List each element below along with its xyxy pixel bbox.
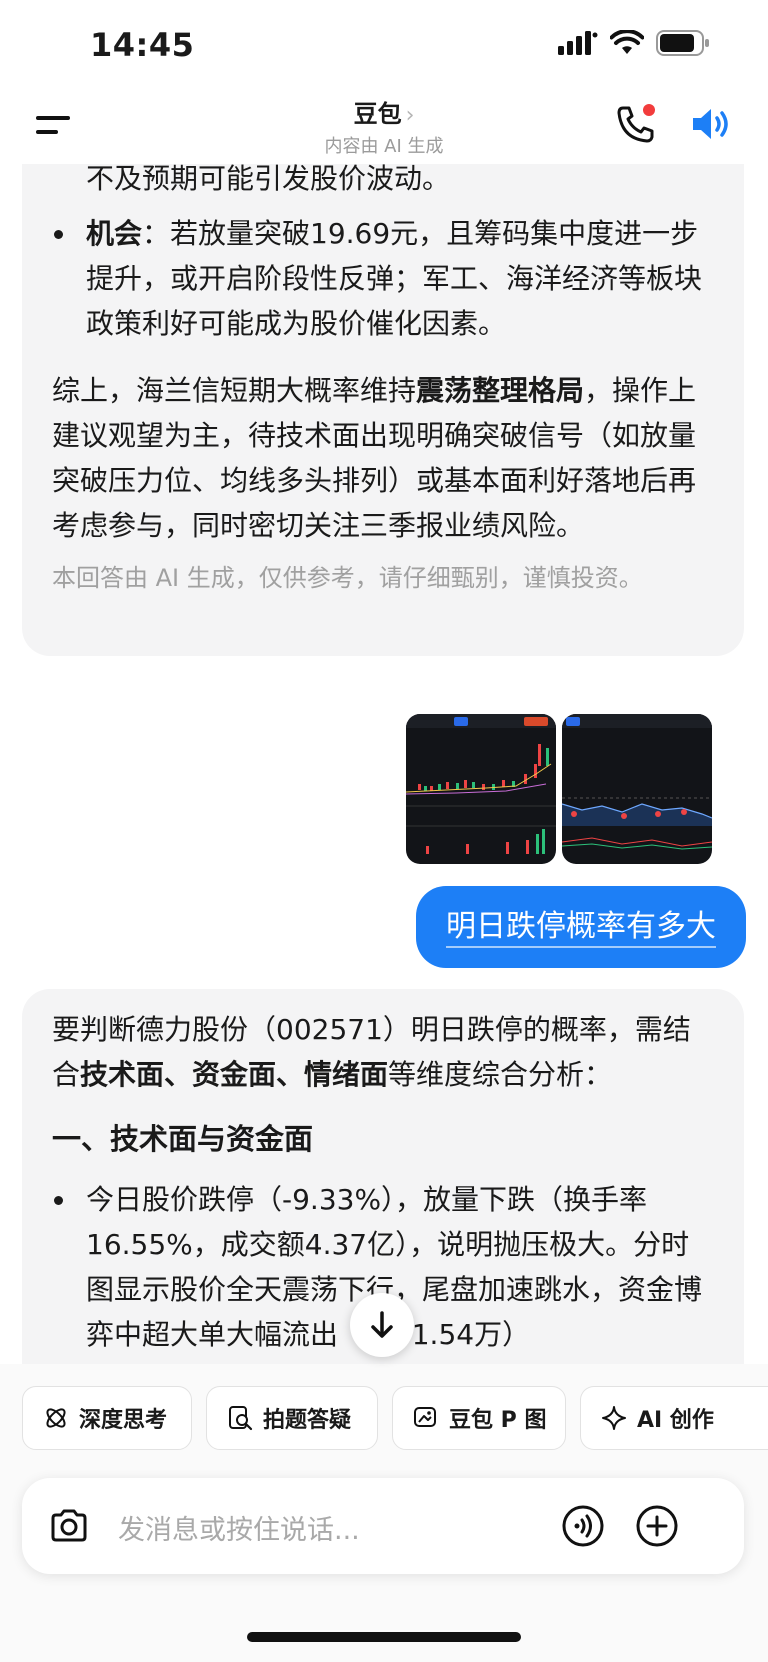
chevron-right-icon: › [405, 103, 415, 128]
home-indicator [247, 1632, 521, 1642]
opportunity-label: 机会 [86, 217, 143, 250]
summary-bold: 震荡整理格局 [416, 374, 585, 407]
chip-label: 深度思考 [79, 1408, 168, 1433]
chat-title-text: 豆包 [353, 100, 402, 128]
intraday-chart-thumbnail[interactable] [562, 714, 712, 864]
kline-chart-image [406, 714, 556, 854]
scan-doc-icon [229, 1406, 253, 1431]
cellular-signal-icon [558, 31, 598, 55]
deep-think-chip[interactable]: 深度思考 [22, 1386, 192, 1450]
user-message-text: 明日跌停概率有多大 [446, 909, 716, 948]
intro-text-b: 等维度综合分析： [388, 1058, 613, 1091]
status-bar: 14:45 [0, 0, 768, 90]
section-heading: 一、技术面与资金面 [52, 1122, 314, 1156]
list-item: 不及预期可能引发股价波动。 [52, 164, 714, 201]
battery-icon [656, 30, 709, 56]
sparkle-icon [602, 1406, 626, 1430]
assistant-message: 不及预期可能引发股价波动。 机会：若放量突破19.69元，且筹码集中度进一步提升… [22, 164, 744, 656]
status-icons [558, 30, 710, 56]
photo-question-chip[interactable]: 拍题答疑 [206, 1386, 378, 1450]
message-input[interactable]: 发消息或按住说话... [118, 1508, 360, 1547]
arrow-down-icon [371, 1311, 393, 1338]
list-text: 不及预期可能引发股价波动。 [86, 164, 451, 195]
plus-circle-icon[interactable] [635, 1504, 679, 1548]
image-edit-icon [414, 1407, 436, 1427]
phone-call-icon[interactable] [614, 102, 658, 146]
kline-chart-thumbnail[interactable] [406, 714, 556, 864]
opportunity-text: ：若放量突破19.69元，且筹码集中度进一步提升，或开启阶段性反弹；军工、海洋经… [86, 217, 703, 340]
speaker-icon[interactable] [690, 104, 734, 144]
voice-wave-icon[interactable] [561, 1504, 605, 1548]
summary-text-a: 综上，海兰信短期大概率维持 [52, 374, 417, 407]
ai-create-chip[interactable]: AI 创作 [580, 1386, 768, 1450]
summary-paragraph: 综上，海兰信短期大概率维持震荡整理格局，操作上建议观望为主，待技术面出现明确突破… [52, 368, 714, 548]
status-time: 14:45 [90, 26, 195, 64]
chat-scroll-area[interactable]: 不及预期可能引发股价波动。 机会：若放量突破19.69元，且筹码集中度进一步提升… [0, 164, 768, 1364]
scroll-to-bottom-button[interactable] [350, 1293, 414, 1357]
camera-icon[interactable] [48, 1505, 90, 1547]
atom-icon [46, 1408, 66, 1428]
doubao-p-image-chip[interactable]: 豆包 P 图 [392, 1386, 566, 1450]
intro-bold: 技术面、资金面、情绪面 [80, 1058, 389, 1091]
bullet-dot [54, 1196, 63, 1205]
chip-label: 拍题答疑 [263, 1408, 352, 1433]
user-message[interactable]: 明日跌停概率有多大 [416, 886, 746, 968]
intro-paragraph: 要判断德力股份（002571）明日跌停的概率，需结合技术面、资金面、情绪面等维度… [52, 989, 714, 1097]
message-input-bar: 发消息或按住说话... [22, 1478, 744, 1574]
nav-bar: 豆包 › 内容由 AI 生成 [0, 88, 768, 164]
chip-label: 豆包 P 图 [449, 1408, 547, 1433]
quick-action-bar: 深度思考 拍题答疑 豆包 P 图 AI 创作 [0, 1364, 768, 1454]
wifi-icon [610, 30, 644, 54]
ai-disclaimer: 本回答由 AI 生成，仅供参考，请仔细甄别，谨慎投资。 [52, 564, 643, 592]
list-item: 机会：若放量突破19.69元，且筹码集中度进一步提升，或开启阶段性反弹；军工、海… [52, 211, 714, 346]
bullet-dot [54, 230, 63, 239]
chip-label: AI 创作 [637, 1408, 714, 1433]
intraday-chart-image [562, 714, 712, 850]
composer-area: 发消息或按住说话... [0, 1454, 768, 1662]
